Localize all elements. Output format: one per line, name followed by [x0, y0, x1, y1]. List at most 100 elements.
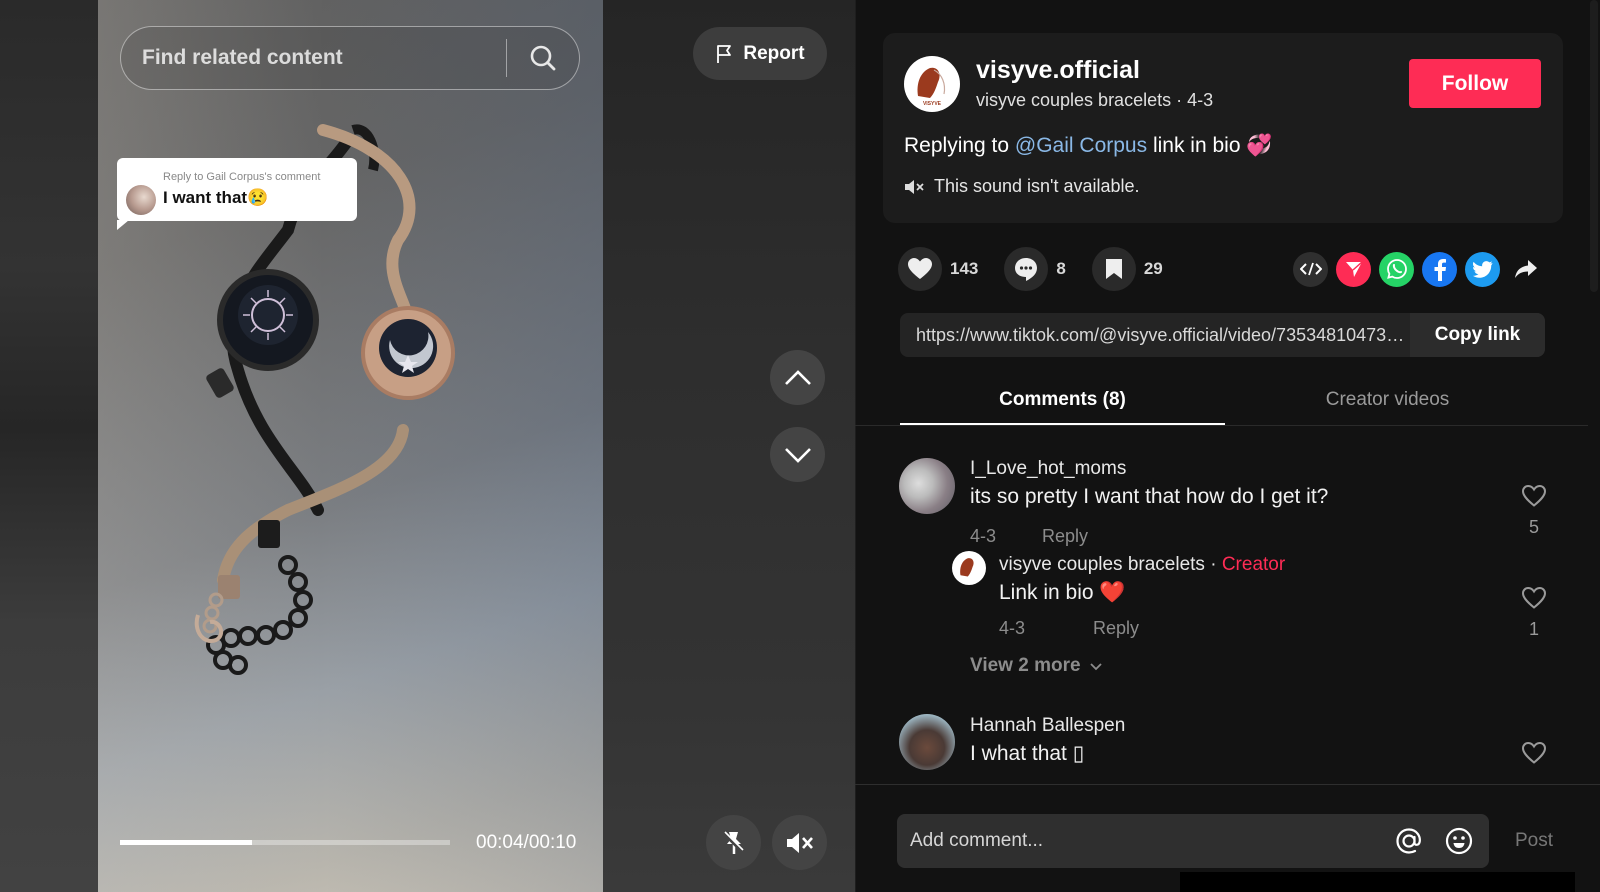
- comment-list: I_Love_hot_moms its so pretty I want tha…: [855, 426, 1588, 784]
- mention-link[interactable]: @Gail Corpus: [1015, 134, 1147, 157]
- comment-like-button[interactable]: [1519, 741, 1549, 770]
- add-comment-input[interactable]: [897, 814, 1389, 868]
- comment-bubble-icon: [1015, 258, 1038, 281]
- search-button[interactable]: [507, 27, 579, 89]
- comment-button[interactable]: 8: [1004, 247, 1066, 291]
- previous-video-button[interactable]: [770, 350, 825, 405]
- svg-text:VISYVE: VISYVE: [923, 101, 942, 107]
- search-icon: [530, 45, 556, 71]
- commenter-avatar[interactable]: [899, 714, 955, 770]
- heart-outline-icon: [1521, 741, 1547, 764]
- comment-reply-button[interactable]: Reply: [1042, 526, 1088, 547]
- view-more-replies-button[interactable]: View 2 more: [970, 655, 1103, 677]
- send-to-friends-button[interactable]: [1336, 251, 1371, 287]
- visyve-logo-icon: [960, 558, 974, 577]
- embed-button[interactable]: [1293, 251, 1328, 287]
- commenter-avatar[interactable]: [899, 458, 955, 514]
- report-label: Report: [743, 42, 805, 64]
- reply-text: Link in bio ❤️: [999, 581, 1126, 604]
- reply-like-button[interactable]: 1: [1519, 586, 1549, 640]
- share-twitter-button[interactable]: [1465, 251, 1500, 287]
- comment-username[interactable]: I_Love_hot_moms: [970, 458, 1126, 480]
- pin-off-icon: [722, 830, 744, 854]
- mute-icon: [786, 832, 813, 853]
- more-share-button[interactable]: [1508, 252, 1543, 287]
- emoji-icon: [1445, 827, 1473, 855]
- comment-count: 8: [1056, 259, 1066, 278]
- reply-username: visyve couples bracelets · Creator: [999, 554, 1285, 576]
- reply-date: 4-3: [999, 618, 1026, 638]
- reply-to-comment-sticker: Reply to Gail Corpus's comment I want th…: [117, 158, 357, 230]
- reply-reply-button[interactable]: Reply: [1093, 618, 1139, 639]
- video-time: 00:04/00:10: [476, 832, 577, 853]
- reply-separator: ·: [1204, 554, 1222, 575]
- video-progress-fill: [120, 840, 252, 845]
- author-username[interactable]: visyve.official: [976, 56, 1140, 85]
- replied-user-avatar: [126, 185, 156, 215]
- sound-label: This sound isn't available.: [934, 176, 1140, 196]
- reply-author-name[interactable]: visyve couples bracelets: [999, 554, 1205, 575]
- like-button[interactable]: 143: [898, 247, 978, 291]
- comment-text: its so pretty I want that how do I get i…: [970, 485, 1329, 508]
- panel-tabs: Comments (8) Creator videos: [900, 378, 1550, 426]
- chevron-down-icon: [1089, 662, 1102, 670]
- comment-composer: [897, 814, 1489, 868]
- chevron-down-icon: [784, 447, 811, 463]
- embed-icon: [1299, 262, 1322, 276]
- next-video-button[interactable]: [770, 427, 825, 482]
- heart-icon: [908, 258, 932, 279]
- bookmark-icon: [1105, 259, 1122, 279]
- sound-info[interactable]: This sound isn't available.: [904, 176, 1140, 197]
- comment-item: Hannah Ballespen I what that ▯: [855, 696, 1588, 784]
- overlay-bar: [1180, 872, 1575, 892]
- creator-badge: Creator: [1221, 554, 1286, 575]
- video-progress-bar[interactable]: [120, 840, 450, 845]
- comment-like-count: 5: [1528, 517, 1539, 537]
- favorite-button[interactable]: 29: [1091, 247, 1163, 291]
- comment-like-button[interactable]: 5: [1519, 484, 1549, 538]
- visyve-logo-icon: VISYVE: [917, 67, 946, 107]
- video-player[interactable]: Reply to Gail Corpus's comment I want th…: [98, 0, 603, 892]
- share-whatsapp-button[interactable]: [1379, 251, 1414, 287]
- floating-player-button[interactable]: [706, 815, 761, 870]
- flag-icon: [717, 44, 732, 63]
- reply-like-count: 1: [1528, 619, 1539, 639]
- post-comment-button[interactable]: Post: [1515, 830, 1553, 852]
- description-prefix: Replying to: [904, 134, 1015, 157]
- share-bar: [1293, 251, 1543, 287]
- like-count: 143: [950, 259, 979, 278]
- reply-avatar[interactable]: [952, 551, 986, 585]
- tab-comments[interactable]: Comments (8): [900, 378, 1225, 426]
- share-facebook-button[interactable]: [1422, 251, 1457, 287]
- volume-button[interactable]: [772, 815, 827, 870]
- comment-text: I what that ▯: [970, 742, 1085, 765]
- find-related-input[interactable]: [121, 27, 506, 89]
- view-more-label: View 2 more: [970, 655, 1081, 676]
- description-suffix: link in bio 💞: [1147, 134, 1273, 157]
- reply-sticker-text: I want that😢: [163, 188, 269, 207]
- author-avatar[interactable]: VISYVE: [904, 56, 960, 112]
- twitter-icon: [1472, 260, 1492, 278]
- whatsapp-icon: [1386, 259, 1407, 279]
- video-url[interactable]: https://www.tiktok.com/@visyve.official/…: [900, 313, 1410, 357]
- at-sign-icon: [1396, 828, 1421, 854]
- heart-outline-icon: [1521, 586, 1547, 609]
- copy-link-button[interactable]: Copy link: [1410, 313, 1545, 357]
- tab-creator-videos[interactable]: Creator videos: [1225, 378, 1550, 426]
- comment-date: 4-3: [970, 526, 997, 546]
- share-arrow-icon: [1514, 260, 1537, 278]
- composer-divider: [855, 784, 1600, 785]
- chevron-up-icon: [784, 369, 811, 385]
- video-stage: Reply to Gail Corpus's comment I want th…: [0, 0, 855, 892]
- report-button[interactable]: Report: [693, 27, 827, 80]
- comment-item: I_Love_hot_moms its so pretty I want tha…: [855, 426, 1588, 696]
- author-nickname-date: visyve couples bracelets · 4-3: [976, 90, 1214, 110]
- comment-username[interactable]: Hannah Ballespen: [970, 715, 1125, 737]
- emoji-button[interactable]: [1439, 821, 1479, 861]
- blurred-backdrop: [0, 0, 98, 892]
- reply-sticker-heading: Reply to Gail Corpus's comment: [163, 171, 321, 183]
- engagement-stats: 143 8 29: [898, 247, 1189, 291]
- mention-button[interactable]: [1389, 821, 1429, 861]
- panel-scrollbar[interactable]: [1590, 0, 1598, 292]
- follow-button[interactable]: Follow: [1409, 59, 1541, 108]
